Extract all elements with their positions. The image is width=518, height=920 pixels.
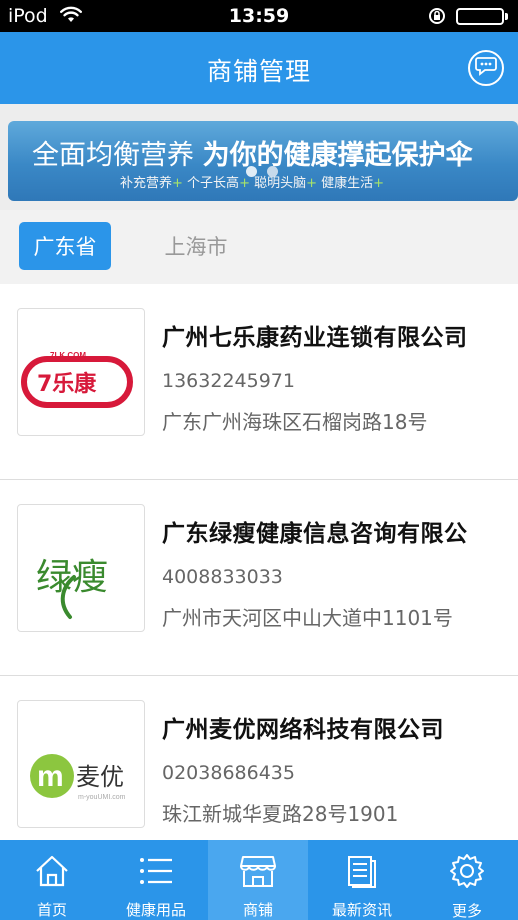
svg-text:m: m (37, 760, 64, 793)
tabbar-health-products[interactable]: 健康用品 (104, 840, 208, 920)
store-icon (239, 853, 277, 888)
store-address: 广东广州海珠区石榴岗路18号 (162, 410, 428, 434)
battery-icon (456, 8, 510, 25)
logo-maiyou-text: 麦优 (76, 763, 124, 791)
tabbar-more-label: 更多 (451, 902, 482, 920)
home-icon (34, 853, 70, 888)
store-address: 珠江新城华夏路28号1901 (162, 802, 399, 826)
logo-maiyou-small: m-youUMI.com (78, 794, 126, 801)
store-phone: 02038686435 (162, 762, 295, 784)
logo-lvshou-text: 绿瘦 (36, 557, 108, 598)
tabbar-health-products-label: 健康用品 (125, 901, 186, 919)
tabbar-home-label: 首页 (36, 901, 67, 919)
gear-icon (449, 853, 485, 889)
tab-guangdong[interactable]: 广东省 (19, 222, 111, 270)
carousel-dot-1[interactable] (246, 166, 257, 177)
tabbar-home[interactable]: 首页 (0, 840, 104, 920)
document-icon (346, 853, 378, 888)
app-screen: iPod 13:59 商铺管理 全面均衡营养 为你的健康撑起保护伞 补充营养+ … (0, 0, 518, 920)
store-phone: 13632245971 (162, 370, 295, 392)
carousel-indicator (0, 166, 518, 182)
rotation-lock-icon (428, 7, 448, 29)
tabbar-news[interactable]: 最新资讯 (308, 840, 416, 920)
store-logo-7lk: 7LK.COM 7乐康 (17, 308, 145, 436)
store-name: 广州麦优网络科技有限公司 (162, 717, 444, 743)
promo-banner[interactable]: 全面均衡营养 为你的健康撑起保护伞 补充营养+ 个子长高+ 聪明头脑+ 健康生活… (8, 121, 518, 201)
store-item-3[interactable]: m 麦优 m-youUMI.com 广州麦优网络科技有限公司 020386864… (0, 676, 518, 840)
store-logo-maiyou: m 麦优 m-youUMI.com (17, 700, 145, 828)
tab-shanghai[interactable]: 上海市 (150, 222, 242, 270)
store-logo-lvshou: 绿瘦 (17, 504, 145, 632)
store-address: 广州市天河区中山大道中1101号 (162, 606, 453, 630)
message-button[interactable] (468, 50, 504, 86)
logo-7lk-text: 7乐康 (37, 371, 97, 397)
tabbar-more[interactable]: 更多 (416, 840, 518, 920)
store-name: 广州七乐康药业连锁有限公司 (162, 325, 468, 351)
banner-area: 全面均衡营养 为你的健康撑起保护伞 补充营养+ 个子长高+ 聪明头脑+ 健康生活… (0, 104, 518, 210)
bottom-tab-bar: 首页 健康用品 商铺 最新资讯 更多 (0, 840, 518, 920)
store-list: 7LK.COM 7乐康 广州七乐康药业连锁有限公司 13632245971 广东… (0, 284, 518, 840)
tabbar-news-label: 最新资讯 (331, 901, 392, 919)
carousel-dot-2[interactable] (267, 166, 278, 177)
store-phone: 4008833033 (162, 566, 283, 588)
store-item-1[interactable]: 7LK.COM 7乐康 广州七乐康药业连锁有限公司 13632245971 广东… (0, 284, 518, 480)
store-name: 广东绿瘦健康信息咨询有限公 (162, 521, 468, 547)
list-icon (138, 853, 174, 888)
region-tabs: 广东省 上海市 (0, 210, 518, 284)
page-title: 商铺管理 (206, 57, 311, 86)
store-item-2[interactable]: 绿瘦 广东绿瘦健康信息咨询有限公 4008833033 广州市天河区中山大道中1… (0, 480, 518, 676)
nav-bar: 商铺管理 (0, 32, 518, 104)
tabbar-store[interactable]: 商铺 (208, 840, 308, 920)
tabbar-store-label: 商铺 (242, 901, 273, 919)
status-bar: iPod 13:59 (0, 0, 518, 32)
logo-7lk-small: 7LK.COM (50, 351, 86, 360)
chat-bubble-icon (475, 56, 497, 80)
